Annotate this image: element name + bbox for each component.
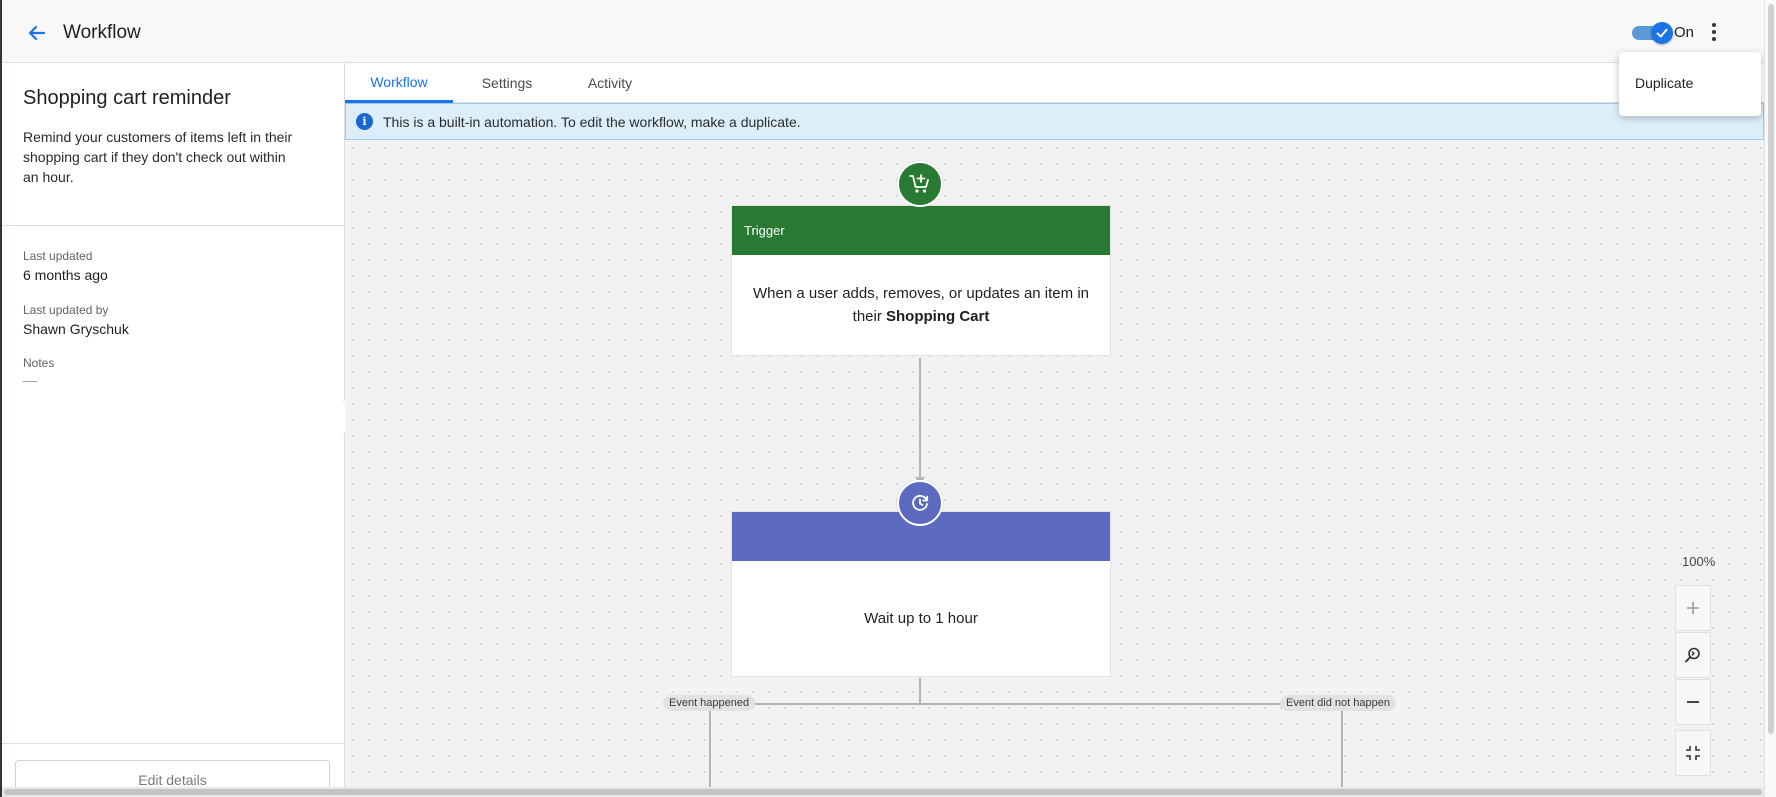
trigger-description: When a user adds, removes, or updates an… bbox=[746, 282, 1096, 328]
last-updated-label: Last updated bbox=[23, 249, 93, 263]
divider bbox=[2, 225, 345, 226]
connector-line bbox=[1341, 703, 1343, 787]
notes-label: Notes bbox=[23, 356, 55, 370]
cart-add-icon bbox=[897, 161, 943, 207]
branch-line bbox=[710, 703, 1342, 705]
last-updated-by-label: Last updated by bbox=[23, 303, 109, 317]
tab-workflow[interactable]: Workflow bbox=[345, 63, 453, 103]
kebab-dot bbox=[1712, 30, 1716, 34]
zoom-in-button[interactable] bbox=[1675, 585, 1711, 631]
divider bbox=[2, 743, 345, 744]
trigger-entity: Shopping Cart bbox=[886, 308, 990, 325]
arrow-left-icon bbox=[28, 25, 46, 41]
workflow-description: Remind your customers of items left in t… bbox=[23, 129, 293, 185]
connector-line bbox=[919, 678, 921, 704]
trigger-node[interactable]: Trigger When a user adds, removes, or up… bbox=[731, 205, 1111, 356]
horizontal-scrollbar[interactable] bbox=[2, 787, 1764, 797]
more-options-menu: Duplicate bbox=[1619, 52, 1761, 116]
details-sidebar: Shopping cart reminder Remind your custo… bbox=[2, 63, 345, 797]
banner-text: This is a built-in automation. To edit t… bbox=[383, 113, 801, 130]
notes-value: — bbox=[23, 372, 37, 388]
trigger-node-body: When a user adds, removes, or updates an… bbox=[732, 255, 1110, 355]
connector-line bbox=[709, 703, 711, 787]
tab-bar: Workflow Settings Activity bbox=[345, 63, 1764, 103]
toggle-label: On bbox=[1674, 24, 1695, 41]
scrollbar-thumb[interactable] bbox=[1768, 4, 1774, 734]
page-title: Workflow bbox=[63, 22, 141, 43]
app-window: Workflow On Shopping cart reminder Remin… bbox=[0, 0, 1776, 797]
kebab-dot bbox=[1712, 37, 1716, 41]
info-banner: i This is a built-in automation. To edit… bbox=[345, 103, 1764, 140]
kebab-dot bbox=[1712, 23, 1716, 27]
workflow-canvas[interactable]: Trigger When a user adds, removes, or up… bbox=[345, 140, 1764, 787]
tab-settings[interactable]: Settings bbox=[453, 63, 561, 103]
top-bar: Workflow On bbox=[2, 0, 1764, 63]
plus-icon bbox=[1687, 602, 1699, 614]
toggle-knob bbox=[1651, 22, 1673, 44]
connector-line bbox=[919, 358, 921, 482]
last-updated-value: 6 months ago bbox=[23, 267, 108, 283]
branch-label-event-not-happened: Event did not happen bbox=[1280, 695, 1396, 711]
check-icon bbox=[1656, 28, 1668, 38]
wait-node-body: Wait up to 1 hour bbox=[864, 610, 978, 627]
clock-icon bbox=[897, 480, 943, 526]
workflow-enabled-toggle[interactable] bbox=[1632, 22, 1673, 44]
workflow-name: Shopping cart reminder bbox=[23, 87, 231, 109]
back-button[interactable] bbox=[22, 18, 52, 48]
menu-item-duplicate[interactable]: Duplicate bbox=[1635, 75, 1693, 91]
main-panel: Workflow Settings Activity i This is a b… bbox=[345, 63, 1764, 787]
scrollbar-thumb[interactable] bbox=[4, 789, 1762, 795]
trigger-node-header: Trigger bbox=[732, 206, 1110, 255]
minus-icon bbox=[1687, 701, 1699, 703]
more-options-button[interactable] bbox=[1702, 19, 1726, 45]
zoom-reset-icon bbox=[1685, 647, 1700, 663]
wait-node[interactable]: Wait up to 1 hour bbox=[731, 511, 1111, 677]
vertical-scrollbar[interactable] bbox=[1764, 0, 1776, 797]
fit-to-screen-button[interactable] bbox=[1675, 730, 1711, 776]
zoom-level: 100% bbox=[1682, 554, 1716, 569]
collapse-icon bbox=[1686, 746, 1700, 760]
zoom-out-button[interactable] bbox=[1675, 679, 1711, 725]
branch-label-event-happened: Event happened bbox=[663, 695, 756, 711]
tab-activity[interactable]: Activity bbox=[561, 63, 659, 103]
info-icon: i bbox=[356, 113, 373, 130]
reset-zoom-button[interactable] bbox=[1675, 632, 1711, 678]
last-updated-by-value: Shawn Gryschuk bbox=[23, 321, 129, 337]
